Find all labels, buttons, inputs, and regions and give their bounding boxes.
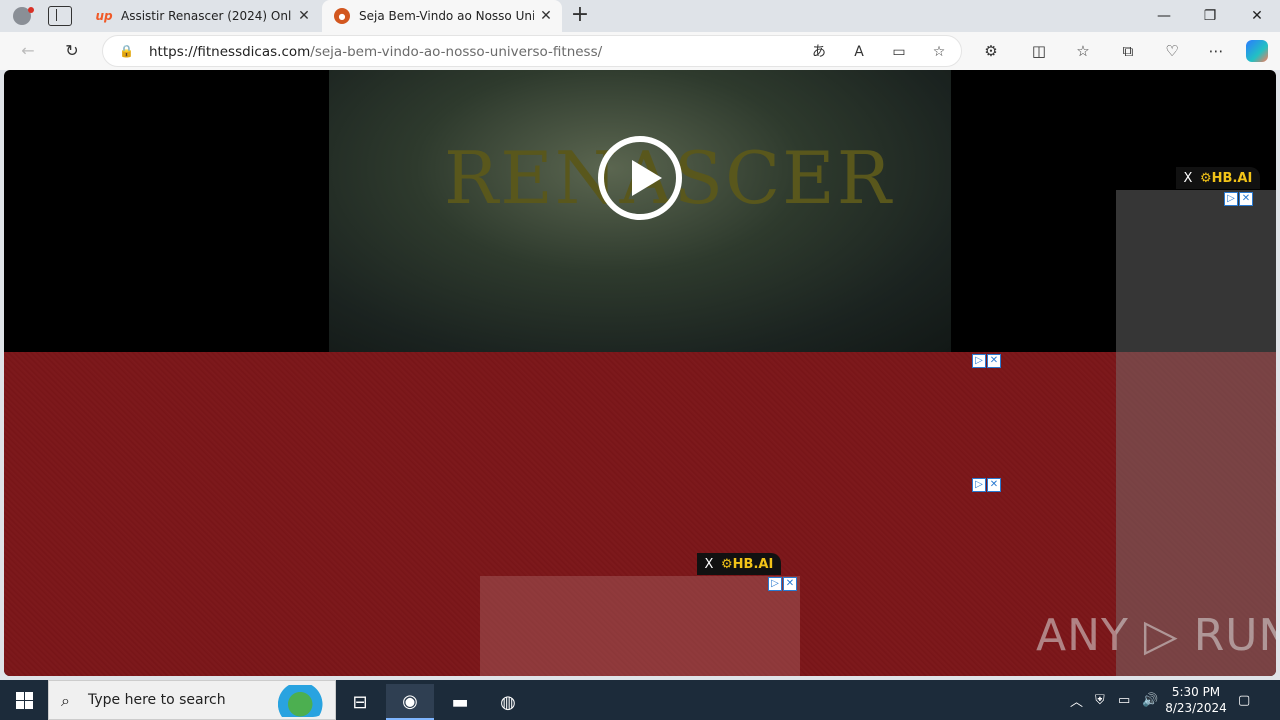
edge-taskbar-icon[interactable]: ◉	[386, 684, 434, 720]
clock-date: 8/23/2024	[1165, 701, 1227, 715]
tab-seja-bem-vindo[interactable]: ● Seja Bem-Vindo ao Nosso Univer ✕	[322, 0, 562, 32]
page-viewport: RENASCER X ⚙HB.AI ▷ ✕ ▷ ✕ ▷ ✕ X ⚙HB.AI ▷ ✕ A…	[4, 70, 1276, 676]
clock-time: 5:30 PM	[1171, 685, 1221, 699]
defender-icon[interactable]: ⛨	[1095, 680, 1105, 720]
translate-icon[interactable]: あ	[808, 42, 830, 62]
extensions-icon[interactable]: ⚙	[979, 40, 1003, 62]
more-menu-icon[interactable]: ⋯	[1204, 40, 1228, 62]
url-text[interactable]: https://fitnessdicas.com/seja-bem-vindo-…	[149, 44, 602, 60]
side-ad-frame[interactable]	[1116, 190, 1276, 676]
tab-title: Assistir Renascer (2024) Online Gr	[121, 9, 292, 23]
network-icon[interactable]: ▭	[1118, 680, 1130, 720]
adchoices-icon[interactable]: ▷	[972, 478, 986, 492]
tab-actions-icon[interactable]	[48, 6, 72, 26]
back-button[interactable]: ←	[14, 39, 42, 63]
split-screen-icon[interactable]: ◫	[1027, 40, 1051, 62]
tab-title: Seja Bem-Vindo ao Nosso Univer	[359, 9, 534, 23]
restore-button[interactable]: ❐	[1187, 0, 1233, 32]
adchoices-badge[interactable]: ▷ ✕	[972, 354, 1002, 368]
refresh-button[interactable]: ↻	[58, 39, 86, 63]
show-hidden-icons[interactable]: ︿	[1070, 680, 1083, 720]
search-icon: ⌕	[61, 691, 70, 710]
new-tab-button[interactable]: +	[568, 4, 592, 28]
firefox-icon[interactable]: ◍	[484, 684, 532, 720]
read-aloud-icon[interactable]: A	[848, 42, 870, 62]
windows-start-button[interactable]	[0, 680, 48, 720]
system-clock[interactable]: 5:30 PM 8/23/2024	[1160, 684, 1232, 716]
hb-ai-logo[interactable]: ⚙HB.AI	[1200, 171, 1260, 186]
taskbar-search-box[interactable]: ⌕ Type here to search	[48, 680, 336, 720]
volume-icon[interactable]: 🔊	[1142, 680, 1158, 720]
url-domain: https://fitnessdicas.com	[149, 44, 311, 60]
adchoices-icon[interactable]: ▷	[1224, 192, 1238, 206]
immersive-reader-icon[interactable]: ▭	[888, 42, 910, 62]
search-highlight-icon	[265, 685, 329, 717]
lock-icon: 🔒	[119, 44, 134, 58]
ad-badge: X ⚙HB.AI	[1176, 167, 1261, 189]
favorite-star-icon[interactable]: ☆	[928, 42, 950, 62]
ad-badge: X ⚙HB.AI	[697, 553, 782, 575]
adchoices-badge[interactable]: ▷ ✕	[768, 577, 798, 591]
windows-logo-icon	[15, 691, 24, 700]
notification-dot	[28, 7, 34, 13]
copilot-icon[interactable]	[1246, 40, 1268, 62]
up-logo-icon: up	[95, 9, 113, 23]
adchoices-icon[interactable]: ▷	[768, 577, 782, 591]
address-bar[interactable]: 🔒 https://fitnessdicas.com/seja-bem-vind…	[102, 35, 962, 67]
ad-dismiss-icon[interactable]: ✕	[987, 478, 1001, 492]
hb-ai-logo[interactable]: ⚙HB.AI	[721, 557, 781, 572]
ad-dismiss-icon[interactable]: ✕	[987, 354, 1001, 368]
adchoices-badge[interactable]: ▷ ✕	[1224, 192, 1254, 206]
ad-dismiss-icon[interactable]: ✕	[783, 577, 797, 591]
collections-icon[interactable]: ⧉	[1116, 40, 1140, 62]
notifications-icon[interactable]: ▢	[1238, 680, 1250, 720]
play-button[interactable]	[598, 136, 682, 220]
close-window-button[interactable]: ✕	[1234, 0, 1280, 32]
ad-close-button[interactable]: X	[697, 557, 721, 572]
profile-avatar[interactable]	[8, 4, 36, 28]
site-logo-icon: ●	[334, 8, 350, 24]
anyrun-watermark: ANY ▷ RUN	[1036, 610, 1276, 661]
title-bar: up Assistir Renascer (2024) Online Gr ✕ …	[0, 0, 1280, 32]
ad-dismiss-icon[interactable]: ✕	[1239, 192, 1253, 206]
bottom-ad-frame[interactable]	[480, 576, 800, 676]
tab-close-icon[interactable]: ✕	[534, 8, 558, 24]
navigation-bar: ← ↻ 🔒 https://fitnessdicas.com/seja-bem-…	[0, 32, 1280, 70]
search-placeholder: Type here to search	[88, 692, 226, 708]
adchoices-badge[interactable]: ▷ ✕	[972, 478, 1002, 492]
task-view-icon[interactable]: ⊟	[336, 684, 384, 720]
favorites-icon[interactable]: ☆	[1071, 40, 1095, 62]
tab-close-icon[interactable]: ✕	[292, 8, 316, 24]
url-path: /seja-bem-vindo-ao-nosso-universo-fitnes…	[310, 44, 603, 60]
browser-essentials-icon[interactable]: ♡	[1160, 40, 1184, 62]
minimize-button[interactable]: —	[1141, 0, 1187, 32]
adchoices-icon[interactable]: ▷	[972, 354, 986, 368]
tab-assistir-renascer[interactable]: up Assistir Renascer (2024) Online Gr ✕	[84, 0, 320, 32]
ad-close-button[interactable]: X	[1176, 171, 1200, 186]
file-explorer-icon[interactable]: ▬	[436, 684, 484, 720]
taskbar: ⌕ Type here to search ⊟ ◉ ▬ ◍ ︿ ⛨ ▭ 🔊 5:…	[0, 680, 1280, 720]
